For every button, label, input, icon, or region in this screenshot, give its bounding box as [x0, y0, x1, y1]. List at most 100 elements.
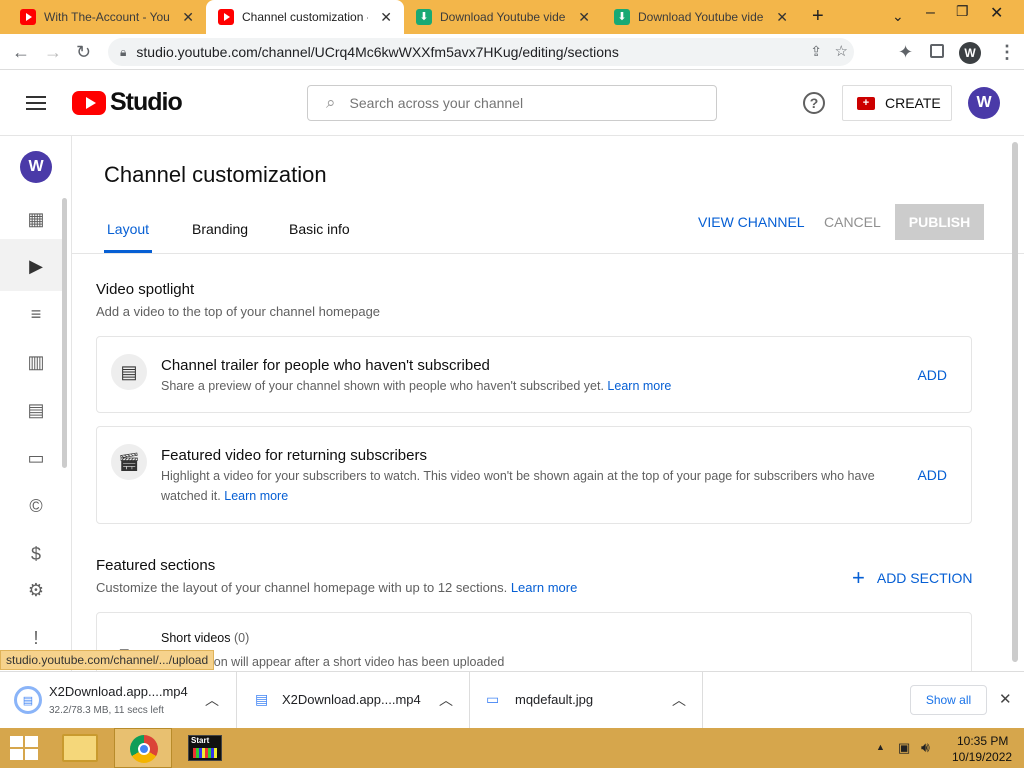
create-button[interactable]: + CREATE [842, 85, 952, 121]
close-tab-icon[interactable]: ✕ [380, 9, 392, 26]
tab-layout[interactable]: Layout [107, 221, 149, 237]
settings-icon[interactable]: ⚙ [24, 578, 48, 602]
plus-icon: + [852, 565, 865, 590]
browser-tab[interactable]: Download Youtube video ✕ [404, 0, 602, 34]
close-tab-icon[interactable]: ✕ [578, 9, 590, 26]
section-name: Short videos [161, 631, 231, 645]
tabs-divider [72, 253, 1024, 254]
minimize-icon[interactable]: – [926, 4, 935, 22]
share-icon[interactable]: ⇪ [810, 43, 822, 60]
start-app-label: Start [191, 736, 210, 745]
file-explorer-icon[interactable] [62, 734, 98, 762]
network-icon[interactable]: ▣ [898, 740, 910, 756]
download-filename: X2Download.app....mp4 [49, 684, 188, 699]
download-filename: mqdefault.jpg [515, 692, 594, 707]
search-input[interactable] [349, 95, 690, 111]
card-title: Channel trailer for people who haven't s… [161, 357, 490, 374]
show-all-button[interactable]: Show all [910, 685, 987, 715]
channel-avatar[interactable]: W [20, 151, 52, 183]
download-item[interactable]: ▤ X2Download.app....mp4 32.2/78.3 MB, 11… [0, 672, 237, 729]
hamburger-menu-icon[interactable] [26, 96, 46, 110]
start-app-icon[interactable]: Start [188, 735, 222, 761]
chevron-up-icon[interactable]: ︿ [439, 690, 453, 710]
new-tab-icon[interactable]: + [812, 5, 824, 28]
search-box[interactable]: ⌕ [307, 85, 717, 121]
browser-tab-strip: With The-Account - YouT ✕ Channel custom… [0, 0, 1024, 34]
copyright-icon[interactable]: © [24, 494, 48, 518]
section-title: Video spotlight [96, 281, 195, 298]
learn-more-link[interactable]: Learn more [607, 379, 671, 393]
section-heading: Short videos (0) [161, 631, 249, 645]
back-icon[interactable]: ← [12, 42, 30, 62]
windows-start-icon[interactable] [10, 736, 38, 760]
page-title: Channel customization [104, 162, 327, 187]
clock-date[interactable]: 10/19/2022 [952, 750, 1012, 764]
create-video-icon: + [857, 96, 875, 110]
restore-icon[interactable]: ❐ [956, 3, 969, 20]
browser-tab[interactable]: With The-Account - YouT ✕ [8, 0, 206, 34]
playlists-icon[interactable]: ≡ [24, 302, 48, 326]
account-avatar[interactable]: W [968, 87, 1000, 119]
browser-menu-icon[interactable]: ⋮ [998, 42, 1016, 62]
analytics-icon[interactable]: ▥ [24, 350, 48, 374]
add-section-button[interactable]: + ADD SECTION [852, 565, 973, 590]
add-section-label: ADD SECTION [876, 570, 973, 586]
extensions-icon[interactable]: ✦ [898, 42, 913, 62]
section-subtitle: Add a video to the top of your channel h… [96, 304, 381, 319]
browser-tab-active[interactable]: Channel customization - ✕ [206, 0, 404, 34]
lock-icon: 🔒︎ [120, 44, 127, 59]
feedback-icon[interactable]: ! [24, 626, 48, 650]
sidepanel-icon[interactable] [930, 44, 944, 58]
youtube-favicon-icon [20, 9, 36, 25]
status-bar-link: studio.youtube.com/channel/.../upload [0, 650, 215, 670]
address-bar[interactable]: 🔒︎ studio.youtube.com/channel/UCrq4Mc6kw… [108, 38, 854, 66]
cancel-button[interactable]: CANCEL [824, 214, 881, 230]
youtube-logo-icon[interactable] [72, 91, 106, 115]
content-icon[interactable]: ▶ [24, 254, 48, 278]
close-download-bar-icon[interactable]: ✕ [999, 690, 1012, 708]
tab-branding[interactable]: Branding [192, 221, 248, 237]
comments-icon[interactable]: ▤ [24, 398, 48, 422]
download-progress-icon: ▤ [14, 686, 42, 714]
view-channel-button[interactable]: VIEW CHANNEL [698, 214, 805, 230]
tab-search-chevron-icon[interactable]: ⌄ [892, 8, 904, 25]
tab-basic-info[interactable]: Basic info [289, 221, 350, 237]
download-bar: ▤ X2Download.app....mp4 32.2/78.3 MB, 11… [0, 671, 1024, 729]
reload-icon[interactable]: ↻ [76, 42, 91, 62]
window-close-icon[interactable]: ✕ [990, 3, 1003, 23]
learn-more-link[interactable]: Learn more [511, 580, 577, 595]
browser-tab[interactable]: Download Youtube video ✕ [602, 0, 800, 34]
add-trailer-button[interactable]: ADD [917, 367, 947, 383]
main-scrollbar[interactable] [1012, 142, 1018, 662]
film-icon: ▤ [111, 354, 147, 390]
publish-button[interactable]: PUBLISH [895, 204, 984, 240]
profile-avatar[interactable]: W [959, 42, 981, 64]
subtitles-icon[interactable]: ▭ [24, 446, 48, 470]
volume-icon[interactable]: 🔊︎ [921, 739, 930, 756]
tab-title: Download Youtube video [638, 10, 764, 24]
studio-header: Studio ⌕ ? + CREATE W [0, 70, 1024, 136]
close-tab-icon[interactable]: ✕ [182, 9, 194, 26]
video-file-icon: ▤ [255, 691, 269, 707]
learn-more-link[interactable]: Learn more [224, 489, 288, 503]
chevron-up-icon[interactable]: ︿ [205, 690, 219, 710]
url-text: studio.youtube.com/channel/UCrq4Mc6kwWXX… [136, 44, 619, 60]
sidenav-scrollbar[interactable] [62, 198, 67, 468]
bookmark-star-icon[interactable]: ☆ [835, 42, 848, 60]
download-item[interactable]: ▭ mqdefault.jpg ︿ [470, 672, 703, 729]
monetization-icon[interactable]: $ [24, 542, 48, 566]
section-title: Featured sections [96, 557, 216, 574]
chevron-up-icon[interactable]: ︿ [672, 690, 686, 710]
search-icon: ⌕ [326, 93, 336, 112]
chrome-taskbar-button[interactable] [114, 728, 172, 768]
tray-chevron-icon[interactable]: ▲ [876, 742, 885, 752]
main-content: Channel customization Layout Branding Ba… [72, 136, 1024, 671]
dashboard-icon[interactable]: ▦ [24, 207, 48, 231]
clock-time[interactable]: 10:35 PM [957, 734, 1008, 748]
card-desc-text: Share a preview of your channel shown wi… [161, 379, 604, 393]
help-icon[interactable]: ? [803, 92, 825, 114]
add-featured-video-button[interactable]: ADD [917, 467, 947, 483]
forward-icon[interactable]: → [44, 42, 62, 62]
close-tab-icon[interactable]: ✕ [776, 9, 788, 26]
download-item[interactable]: ▤ X2Download.app....mp4 ︿ [237, 672, 470, 729]
